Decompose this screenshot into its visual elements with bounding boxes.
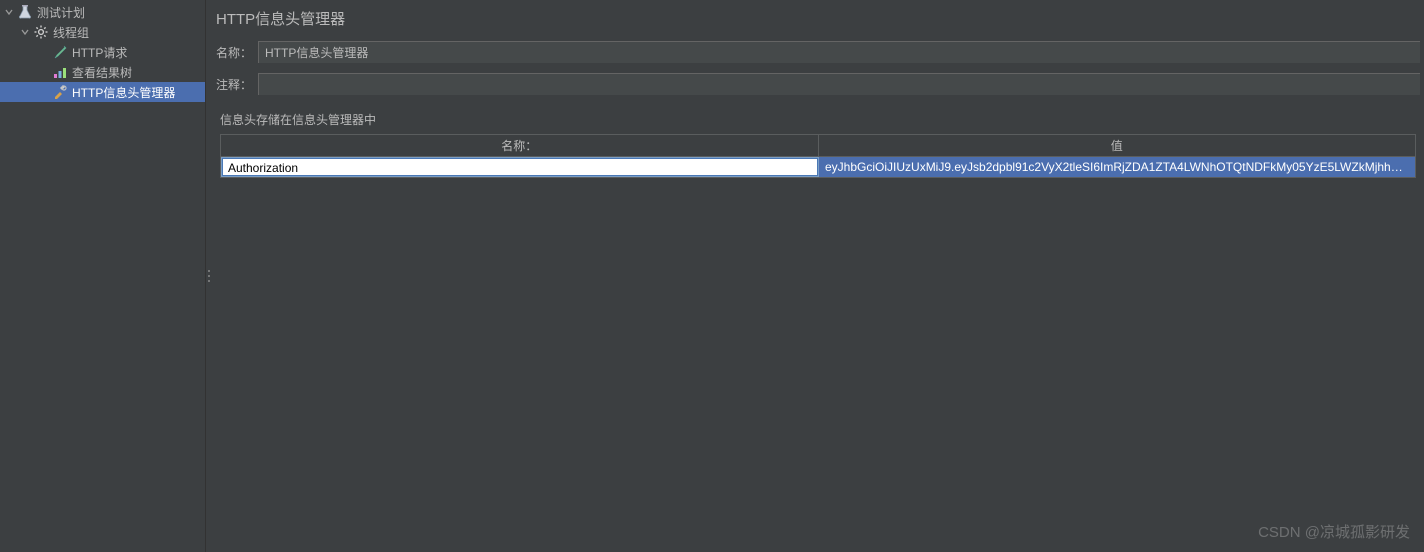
chevron-down-icon [20,27,30,37]
tools-icon [52,84,68,100]
table-header: 名称： 值 [221,135,1415,157]
tree-panel: 测试计划 线程组 HTTP请求 查看结果树 HTTP信息头管理器 [0,0,206,552]
tree-node-view-results[interactable]: 查看结果树 [0,62,205,82]
cell-name[interactable]: Authorization [221,157,819,177]
tree-node-test-plan[interactable]: 测试计划 [0,2,205,22]
dropper-icon [52,44,68,60]
name-input[interactable] [258,41,1420,63]
headers-table: 名称： 值 Authorization eyJhbGciOiJIUzUxMiJ9… [220,134,1416,178]
tree-label: HTTP信息头管理器 [72,84,175,101]
tree-node-header-manager[interactable]: HTTP信息头管理器 [0,82,205,102]
comment-input[interactable] [258,73,1420,95]
tree-label: 线程组 [53,24,89,41]
table-body: Authorization eyJhbGciOiJIUzUxMiJ9.eyJsb… [221,157,1415,177]
gear-icon [33,24,49,40]
table-row[interactable]: Authorization eyJhbGciOiJIUzUxMiJ9.eyJsb… [221,157,1415,177]
chevron-down-icon [4,7,14,17]
tree-label: 查看结果树 [72,64,132,81]
name-row: 名称： [212,41,1424,63]
comment-label: 注释： [216,76,258,93]
cell-value[interactable]: eyJhbGciOiJIUzUxMiJ9.eyJsb2dpbl91c2VyX2t… [819,157,1415,177]
results-icon [52,64,68,80]
name-label: 名称： [216,44,258,61]
column-name[interactable]: 名称： [221,135,819,156]
tree-label: 测试计划 [37,4,85,21]
column-value[interactable]: 值 [819,135,1416,156]
comment-row: 注释： [212,73,1424,95]
tree-label: HTTP请求 [72,44,127,61]
splitter-dots-icon [208,270,210,282]
flask-icon [17,4,33,20]
panel-title: HTTP信息头管理器 [212,0,1424,41]
tree-node-http-request[interactable]: HTTP请求 [0,42,205,62]
content-panel: HTTP信息头管理器 名称： 注释： 信息头存储在信息头管理器中 名称： 值 A… [212,0,1424,552]
tree-node-thread-group[interactable]: 线程组 [0,22,205,42]
section-label: 信息头存储在信息头管理器中 [212,105,1424,134]
